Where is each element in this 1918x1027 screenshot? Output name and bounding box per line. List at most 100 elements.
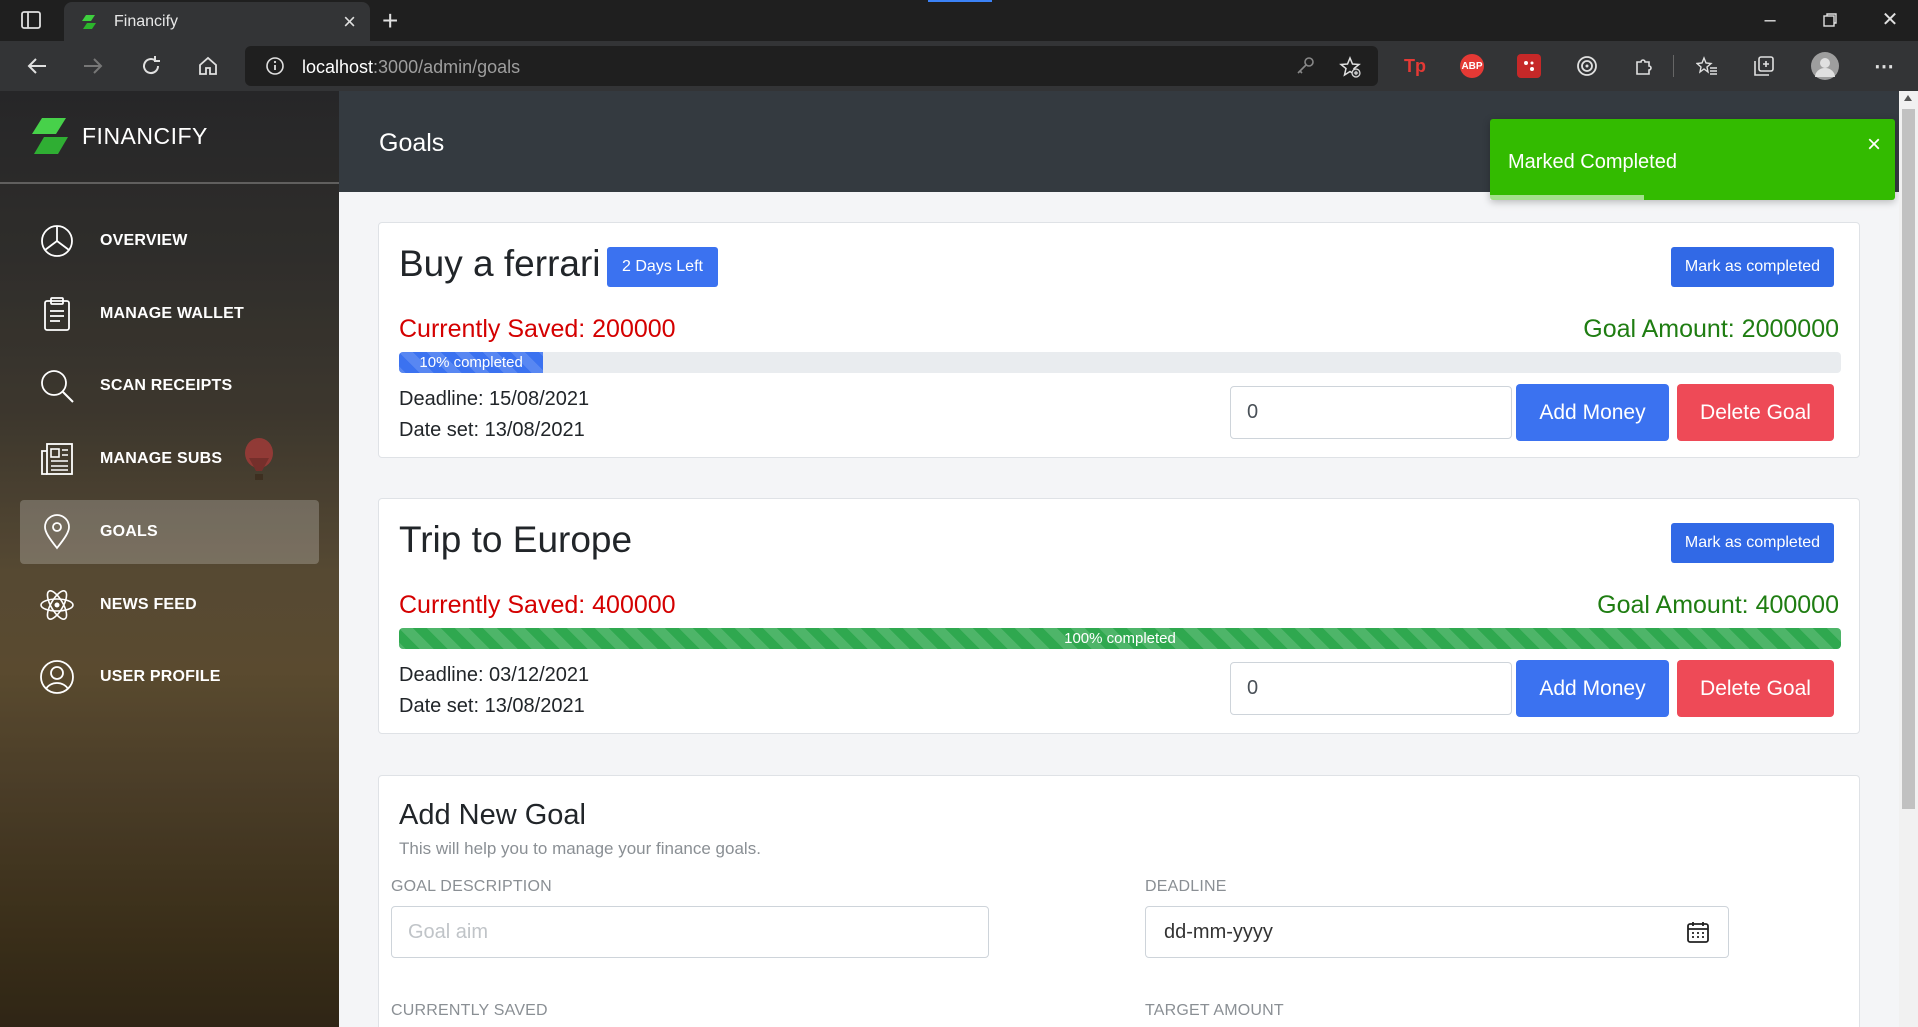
goal-description-input[interactable]: [391, 906, 989, 958]
toast-timer-bar: [1490, 195, 1644, 200]
goal-date-set: Date set: 13/08/2021: [399, 695, 585, 717]
user-circle-icon: [38, 658, 76, 696]
browser-toolbar: localhost:3000/admin/goals Tp ABP ⋯: [0, 41, 1918, 91]
success-toast: Marked Completed ×: [1490, 119, 1895, 200]
add-amount-input[interactable]: [1230, 386, 1512, 439]
sidebar-item-goals[interactable]: GOALS: [20, 500, 319, 564]
goal-date-set: Date set: 13/08/2021: [399, 419, 585, 441]
goal-amount: Goal Amount: 2000000: [1583, 315, 1839, 343]
sidebar-item-overview[interactable]: OVERVIEW: [20, 209, 319, 273]
page-title: Goals: [379, 129, 445, 157]
delete-goal-button[interactable]: Delete Goal: [1677, 660, 1834, 717]
sidebar-item-manage-wallet[interactable]: MANAGE WALLET: [20, 282, 319, 346]
restore-icon[interactable]: [1815, 6, 1845, 35]
currently-saved: Currently Saved: 400000: [399, 591, 676, 619]
toast-message: Marked Completed: [1508, 151, 1677, 173]
scroll-thumb[interactable]: [1902, 109, 1915, 809]
goal-card: Trip to Europe Mark as completed Current…: [378, 498, 1860, 734]
scroll-up-arrow-icon[interactable]: [1904, 95, 1912, 101]
mark-completed-button[interactable]: Mark as completed: [1671, 523, 1834, 563]
goal-progress-bar: 100% completed: [399, 628, 1841, 649]
add-amount-input[interactable]: [1230, 662, 1512, 715]
deadline-label: DEADLINE: [1145, 878, 1227, 895]
site-info-icon[interactable]: [265, 56, 285, 76]
goal-card: Buy a ferrari 2 Days Left Mark as comple…: [378, 222, 1860, 458]
sidebar-item-manage-subs[interactable]: MANAGE SUBS: [20, 427, 319, 491]
financify-logo-icon: [32, 118, 68, 154]
calendar-icon[interactable]: [1686, 920, 1710, 944]
goal-amount: Goal Amount: 400000: [1597, 591, 1839, 619]
goal-title: Buy a ferrari: [399, 243, 601, 284]
extension-target-icon[interactable]: [1575, 54, 1599, 78]
new-tab-icon[interactable]: +: [382, 7, 398, 35]
page-scrollbar[interactable]: [1899, 91, 1918, 1027]
goal-description-label: GOAL DESCRIPTION: [391, 878, 552, 895]
deadline-input[interactable]: dd-mm-yyyy: [1145, 906, 1729, 958]
browser-tabbar: Financify × + – ✕: [0, 0, 1918, 41]
sidebar-divider: [0, 182, 339, 184]
brand-name: FINANCIFY: [82, 122, 208, 149]
goal-progress-bar: 10% completed: [399, 352, 544, 373]
back-icon[interactable]: [24, 53, 50, 79]
brand[interactable]: FINANCIFY: [30, 118, 208, 154]
pie-chart-icon: [38, 222, 76, 260]
extensions-puzzle-icon[interactable]: [1632, 54, 1656, 78]
minimize-icon[interactable]: –: [1755, 6, 1785, 34]
goal-progress: 10% completed: [399, 352, 1841, 373]
clipboard-icon: [38, 295, 76, 333]
sidebar-item-label: MANAGE WALLET: [100, 305, 244, 322]
tab-close-icon[interactable]: ×: [343, 10, 356, 33]
app-page: FINANCIFY OVERVIEW MANAGE WALLET SCAN RE…: [0, 91, 1918, 1027]
financify-favicon-icon: [82, 14, 96, 29]
mark-completed-button[interactable]: Mark as completed: [1671, 247, 1834, 287]
add-goal-subtitle: This will help you to manage your financ…: [399, 839, 761, 858]
tab-title: Financify: [114, 12, 179, 30]
search-icon: [38, 367, 76, 405]
window-close-icon[interactable]: ✕: [1875, 6, 1905, 34]
atom-icon: [38, 586, 76, 624]
forward-icon[interactable]: [80, 53, 106, 79]
address-bar[interactable]: localhost:3000/admin/goals: [245, 46, 1378, 86]
sidebar-item-scan-receipts[interactable]: SCAN RECEIPTS: [20, 354, 319, 418]
browser-tab[interactable]: Financify ×: [64, 2, 370, 41]
profile-avatar-icon[interactable]: [1811, 52, 1839, 80]
goal-deadline: Deadline: 15/08/2021: [399, 388, 590, 410]
add-money-button[interactable]: Add Money: [1516, 384, 1669, 441]
add-money-button[interactable]: Add Money: [1516, 660, 1669, 717]
extension-tp-icon[interactable]: Tp: [1403, 54, 1427, 78]
collections-icon[interactable]: [1752, 54, 1776, 78]
url-text[interactable]: localhost:3000/admin/goals: [302, 57, 520, 78]
days-left-badge: 2 Days Left: [607, 247, 718, 287]
tab-actions-icon[interactable]: [18, 9, 44, 31]
favorites-icon[interactable]: [1695, 54, 1719, 78]
url-host: localhost: [302, 57, 374, 77]
password-key-icon[interactable]: [1294, 55, 1316, 77]
extension-abp-icon[interactable]: ABP: [1460, 54, 1484, 78]
toast-close-icon[interactable]: ×: [1867, 133, 1881, 157]
sidebar-item-label: USER PROFILE: [100, 668, 221, 685]
sidebar: FINANCIFY OVERVIEW MANAGE WALLET SCAN RE…: [0, 91, 339, 1027]
sidebar-item-label: MANAGE SUBS: [100, 450, 223, 467]
deadline-placeholder: dd-mm-yyyy: [1164, 921, 1273, 943]
toolbar-separator: [1673, 55, 1674, 77]
sidebar-item-user-profile[interactable]: USER PROFILE: [20, 645, 319, 709]
sidebar-item-label: OVERVIEW: [100, 232, 188, 249]
accent-line: [928, 0, 992, 2]
sidebar-item-label: GOALS: [100, 523, 158, 540]
home-icon[interactable]: [195, 53, 221, 79]
extension-puzzle-red-icon[interactable]: [1517, 54, 1541, 78]
currently-saved-label: CURRENTLY SAVED: [391, 1002, 548, 1019]
reload-icon[interactable]: [138, 53, 164, 79]
more-options-icon[interactable]: ⋯: [1872, 54, 1896, 78]
delete-goal-button[interactable]: Delete Goal: [1677, 384, 1834, 441]
sidebar-item-news-feed[interactable]: NEWS FEED: [20, 573, 319, 637]
newspaper-icon: [38, 440, 76, 478]
map-pin-icon: [38, 513, 76, 551]
add-goal-title: Add New Goal: [399, 799, 586, 831]
target-amount-label: TARGET AMOUNT: [1145, 1002, 1284, 1019]
add-favorite-icon[interactable]: [1338, 55, 1362, 79]
add-goal-card: Add New Goal This will help you to manag…: [378, 775, 1860, 1027]
url-path: :3000/admin/goals: [373, 57, 521, 77]
goal-progress: 100% completed: [399, 628, 1841, 649]
currently-saved: Currently Saved: 200000: [399, 315, 676, 343]
